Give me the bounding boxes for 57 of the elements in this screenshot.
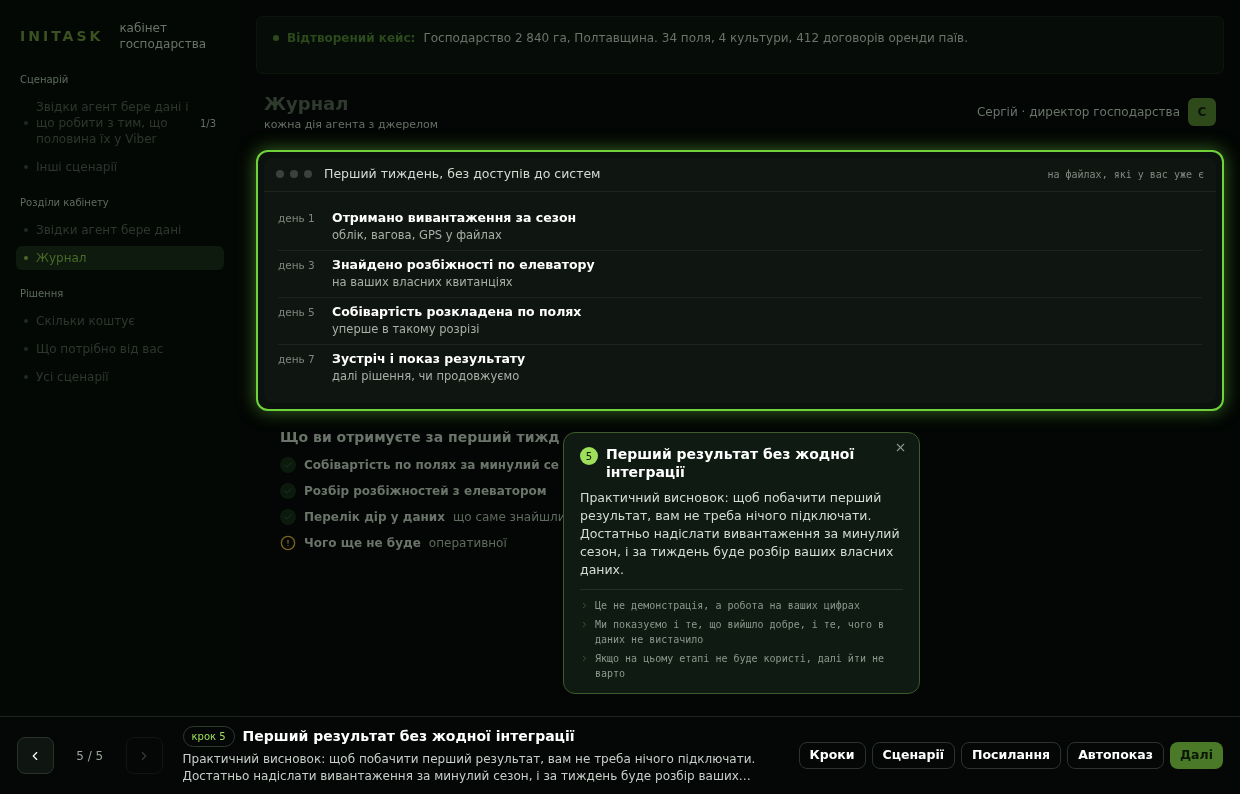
entry-detail: облік, вагова, GPS у файлах: [332, 227, 503, 245]
entry-title: Знайдено розбіжності по елеватору: [332, 255, 595, 274]
day-label: день 3: [278, 257, 316, 273]
popover-point: Ми показуємо і те, що вийшло добре, і те, чого в даних не вистачило: [595, 618, 885, 647]
warning-icon: [280, 534, 296, 551]
deliverable-title: Перелік дір у даних: [304, 508, 445, 526]
step-title: Перший результат без жодної інтеграції: [242, 727, 575, 746]
deliverable-detail: оперативної: [428, 534, 507, 552]
entry-detail: уперше в такому розрізі: [332, 321, 481, 339]
day-label: день 5: [278, 304, 316, 320]
popover-body: Практичний висновок: щоб побачити перший результат, вам не треба нічого підключати. Достатньо надіслати вивантаження за минулий сезон, і за тиждень буде розбір ваших власних даних.: [580, 489, 901, 579]
day-label: день 1: [278, 210, 316, 226]
check-icon: [280, 508, 296, 525]
section-heading: Розділи кабінету: [19, 196, 110, 210]
deliverable-title: Чого ще не буде: [304, 534, 421, 552]
footer-button[interactable]: Далі: [1169, 742, 1223, 769]
timeline-title: Перший тиждень, без доступів до систем: [324, 164, 602, 183]
banner-label: Відтворений кейс:: [287, 30, 416, 47]
footer-button[interactable]: Кроки: [798, 742, 866, 769]
check-icon: [280, 482, 296, 499]
chevron-icon: [580, 654, 589, 663]
step-number: 5: [580, 447, 598, 465]
page-subtitle: кожна дія агента з джерелом: [264, 117, 439, 133]
previous-button[interactable]: [17, 737, 54, 774]
day-label: день 7: [278, 351, 316, 367]
workspace-subtitle: кабінет господарства: [119, 20, 208, 52]
deliverable-title: Розбір розбіжностей з елеватором: [304, 482, 547, 500]
footer-button[interactable]: Автопоказ: [1067, 742, 1164, 769]
avatar[interactable]: С: [1188, 97, 1216, 126]
popover-point: Якщо на цьому етапі не буде користі, далі йти не варто: [595, 652, 885, 681]
deliverable-title: Собівартість по полях за минулий се: [304, 456, 559, 474]
entry-title: Собівартість розкладена по полях: [332, 302, 582, 321]
section-title: Що ви отримуєте за перший тижд: [280, 427, 560, 447]
entry-title: Отримано вивантаження за сезон: [332, 208, 577, 227]
step-counter: 5 / 5: [75, 747, 105, 765]
window-dots-icon: [276, 170, 312, 178]
popover-point: Це не демонстрація, а робота на ваших цифрах: [595, 599, 860, 613]
banner-text: Господарство 2 840 га, Полтавщина. 34 поля, 4 культури, 412 договорів оренди паїв.: [423, 30, 968, 47]
footer-button[interactable]: Посилання: [961, 742, 1062, 769]
entry-detail: далі рішення, чи продовжуємо: [332, 368, 521, 386]
deliverable-detail: що саме знайшли: [452, 508, 566, 526]
user-name: Сергій · директор господарства: [976, 103, 1180, 121]
section-heading: Сценарій: [19, 73, 70, 87]
close-button[interactable]: [894, 441, 907, 454]
chevron-icon: [580, 620, 589, 629]
check-icon: [280, 456, 296, 473]
chevron-icon: [580, 601, 589, 610]
entry-detail: на ваших власних квитанціях: [332, 274, 514, 292]
footer-button[interactable]: Сценарії: [871, 742, 956, 769]
timeline-note: на файлах, які у вас уже є: [1047, 167, 1204, 182]
logo: INITASK: [20, 26, 104, 46]
popover-title: Перший результат без жодної інтеграції: [606, 445, 856, 481]
step-description: Практичний висновок: щоб побачити перший результат, вам не треба нічого підключати. Достатньо надіслати вивантаження за минулий сезон, і за тиждень буде розбір ваших…: [182, 751, 757, 785]
entry-title: Зустріч і показ результату: [332, 349, 526, 368]
item-count: 1/3: [199, 116, 216, 131]
sidebar-item[interactable]: Журнал: [16, 246, 224, 270]
section-heading: Рішення: [19, 287, 65, 301]
